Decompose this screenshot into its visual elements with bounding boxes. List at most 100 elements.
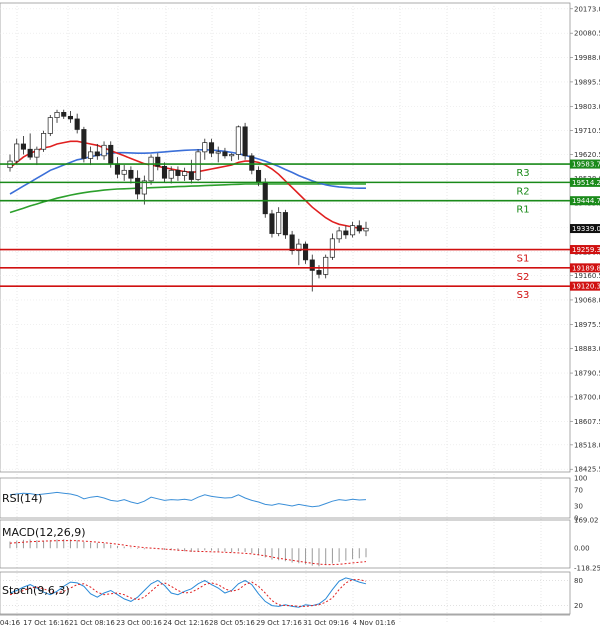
candle-body bbox=[175, 169, 181, 176]
stoch-tick-label: 20 bbox=[574, 602, 583, 610]
rsi-title: RSI(14) bbox=[2, 492, 42, 505]
main-price-panel: 20173.0 20080.5 19988.0 19895.5 19803.0 19710… bbox=[0, 2, 600, 622]
stoch-frame bbox=[0, 571, 571, 615]
level-label-s3: S3 bbox=[517, 290, 530, 301]
y-tick-label: 19710.5 bbox=[574, 127, 600, 135]
candle-body bbox=[101, 144, 107, 157]
candle-body bbox=[20, 143, 26, 150]
candle-body bbox=[316, 270, 322, 275]
candle-body bbox=[168, 169, 174, 179]
candle-body bbox=[94, 151, 100, 157]
x-tick-label: 23 Oct 00:16 bbox=[116, 619, 162, 627]
candle-body bbox=[329, 238, 335, 258]
candle-body bbox=[336, 230, 342, 240]
macd-panel: 169.02 0.00 -118.25 MACD(12,26,9) bbox=[0, 517, 600, 573]
candle-body bbox=[81, 129, 87, 159]
y-tick-label: 19803.0 bbox=[574, 103, 600, 111]
x-tick-label: 31 Oct 09:16 bbox=[303, 619, 349, 627]
y-tick-label: 18790.5 bbox=[574, 370, 600, 378]
candle-body bbox=[128, 169, 134, 179]
candle-body bbox=[323, 256, 329, 275]
candle-body bbox=[255, 169, 262, 183]
y-tick-label: 18883.0 bbox=[574, 345, 600, 353]
candle-body bbox=[188, 171, 194, 180]
y-tick-label: 19068.0 bbox=[574, 296, 600, 304]
macd-tick-label: 0.00 bbox=[574, 545, 590, 553]
candle-body bbox=[195, 151, 201, 180]
macd-tick-label: -118.25 bbox=[574, 565, 600, 573]
level-price-label: 19514.2 bbox=[572, 179, 600, 187]
y-tick-label: 20080.5 bbox=[574, 30, 600, 38]
candle-body bbox=[215, 151, 221, 154]
candle-body bbox=[289, 234, 295, 252]
candle-body bbox=[363, 227, 369, 232]
candle-body bbox=[242, 126, 248, 157]
candle-body bbox=[67, 115, 74, 120]
candle-body bbox=[161, 166, 168, 179]
candle-body bbox=[182, 171, 188, 176]
level-price-label: 19189.8 bbox=[572, 264, 600, 272]
candle-body bbox=[309, 259, 315, 271]
candle-body bbox=[235, 126, 241, 155]
candle-body bbox=[47, 117, 53, 134]
candle-body bbox=[222, 151, 228, 157]
y-tick-label: 18518.0 bbox=[574, 441, 600, 449]
y-tick-label: 19988.0 bbox=[574, 54, 600, 62]
rsi-line bbox=[9, 491, 367, 508]
candle-body bbox=[262, 181, 268, 215]
x-tick-label: 29 Oct 17:16 bbox=[256, 619, 302, 627]
level-price-label: 19444.7 bbox=[572, 197, 600, 205]
candle-body bbox=[108, 144, 114, 165]
y-tick-label: 19895.5 bbox=[574, 78, 600, 86]
candle-body bbox=[229, 154, 235, 157]
y-tick-label: 18975.5 bbox=[574, 321, 600, 329]
macd-tick-label: 169.02 bbox=[574, 517, 599, 525]
level-label-r3: R3 bbox=[516, 168, 529, 179]
stoch-tick-label: 80 bbox=[574, 577, 583, 585]
x-tick-label: 17 Oct 16:16 bbox=[23, 619, 69, 627]
x-tick-label: 28 Oct 05:16 bbox=[209, 619, 255, 627]
rsi-tick-label: 70 bbox=[574, 487, 583, 495]
y-tick-label: 19620.5 bbox=[574, 151, 600, 159]
level-label-s2: S2 bbox=[517, 272, 530, 283]
candle-body bbox=[208, 142, 215, 154]
candle-body bbox=[148, 156, 154, 182]
stochastic-panel: 80 20 Stoch(9,6,3) bbox=[0, 571, 583, 615]
y-tick-label: 20173.0 bbox=[574, 5, 600, 13]
candle-body bbox=[14, 143, 20, 162]
candle-body bbox=[88, 151, 94, 159]
level-price-label: 19259.3 bbox=[572, 246, 600, 254]
candle-body bbox=[350, 225, 356, 236]
candle-body bbox=[356, 225, 362, 232]
level-price-label: 19583.7 bbox=[572, 161, 600, 169]
y-tick-label: 18700.0 bbox=[574, 393, 600, 401]
candle-body bbox=[34, 148, 40, 158]
candle-body bbox=[54, 111, 60, 118]
candle-body bbox=[343, 230, 349, 236]
candle-body bbox=[302, 243, 309, 261]
candle-body bbox=[135, 177, 141, 195]
candle-body bbox=[61, 111, 67, 117]
candle-body bbox=[249, 155, 255, 171]
rsi-panel: 10070300RSI(14) bbox=[0, 475, 587, 523]
y-tick-label: 19160.5 bbox=[574, 272, 600, 280]
stoch-title: Stoch(9,6,3) bbox=[2, 584, 70, 597]
macd-title: MACD(12,26,9) bbox=[2, 526, 86, 539]
x-tick-label: 21 Oct 08:16 bbox=[69, 619, 115, 627]
level-label-r1: R1 bbox=[516, 205, 529, 216]
y-tick-label: 18607.5 bbox=[574, 418, 600, 426]
candle-body bbox=[114, 163, 121, 175]
level-label-r2: R2 bbox=[516, 186, 529, 197]
candle-body bbox=[121, 169, 127, 175]
y-tick-label: 18425.5 bbox=[574, 466, 600, 474]
level-price-label: 19120.3 bbox=[572, 283, 600, 291]
candle-body bbox=[276, 212, 282, 234]
time-axis: 04:16 17 Oct 16:16 21 Oct 08:16 23 Oct 00:1… bbox=[0, 614, 570, 627]
candle-body bbox=[282, 212, 288, 236]
x-tick-label: 04:16 bbox=[0, 619, 21, 627]
forex-chart: 20173.0 20080.5 19988.0 19895.5 19803.0 19710… bbox=[0, 2, 600, 627]
candle-body bbox=[155, 156, 161, 167]
current-price-label: 19339.0 bbox=[572, 225, 600, 233]
candle-body bbox=[41, 133, 47, 150]
rsi-tick-label: 100 bbox=[574, 475, 587, 483]
